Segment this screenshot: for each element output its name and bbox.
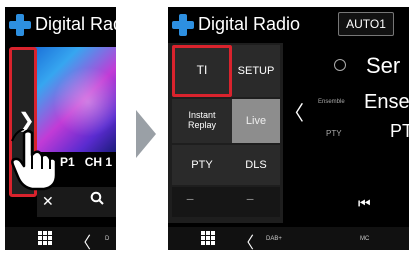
digital-radio-icon <box>172 14 194 36</box>
menu-grid-icon[interactable] <box>201 231 215 245</box>
instant-replay-line2: Replay <box>187 120 216 130</box>
live-button[interactable]: Live <box>232 99 280 143</box>
channel-info: P1 CH 1 <box>60 155 116 169</box>
left-title: Digital Radio <box>35 14 116 34</box>
instant-replay-line1: Instant <box>188 110 216 121</box>
volume-up-icon[interactable]: − <box>246 191 254 207</box>
dab-label: DAB+ <box>266 236 282 242</box>
menu-grid-icon[interactable] <box>38 231 52 245</box>
seek-previous-icon[interactable]: ⏮ <box>358 195 371 212</box>
setup-button[interactable]: SETUP <box>232 45 280 97</box>
hand-pointer-icon <box>11 129 58 191</box>
mute-icon[interactable]: ✕ <box>42 193 54 210</box>
chevron-left-icon[interactable]: 〈 <box>75 229 91 250</box>
right-screen: Digital Radio AUTO1 TI SETUP Instant Rep… <box>168 7 409 250</box>
left-bottom-bar: 〈 D <box>5 227 116 250</box>
mc-label: MC <box>360 236 370 242</box>
close-panel-chevron-icon[interactable]: 〈 <box>284 97 304 126</box>
ensemble-name: Ense <box>364 91 409 113</box>
auto-seek-button[interactable]: AUTO1 <box>338 12 394 36</box>
right-bottom-bar: 〈 DAB+ MC <box>168 227 409 250</box>
pty-label: PTY <box>326 129 342 138</box>
instant-replay-label: Instant Replay <box>187 110 216 131</box>
bottom-label: D <box>105 236 110 242</box>
ensemble-label: Ensemble <box>318 99 345 105</box>
ti-button[interactable]: TI <box>172 45 232 97</box>
search-icon[interactable] <box>90 191 104 209</box>
chevron-left-icon[interactable]: 〈 <box>238 229 254 250</box>
dls-button[interactable]: DLS <box>232 145 280 185</box>
tutorial-figure: Digital Radio ❯ P1CH 1 ✕ 〈 D Digital <box>0 0 409 254</box>
volume-down-icon[interactable]: − <box>186 191 194 207</box>
service-name: Ser <box>366 53 401 78</box>
right-header: Digital Radio AUTO1 <box>168 7 409 43</box>
instant-replay-button[interactable]: Instant Replay <box>172 99 232 143</box>
channel-number: CH 1 <box>84 155 113 169</box>
left-screen: Digital Radio ❯ P1CH 1 ✕ 〈 D <box>5 7 116 250</box>
right-title: Digital Radio <box>198 14 301 34</box>
arrow-right-icon <box>136 110 156 158</box>
pty-value: PT <box>390 121 409 141</box>
pty-button[interactable]: PTY <box>172 145 232 185</box>
channel-preset: P1 <box>60 155 75 169</box>
digital-radio-icon <box>9 14 31 36</box>
service-icon <box>334 59 346 71</box>
left-header: Digital Radio <box>5 7 116 43</box>
